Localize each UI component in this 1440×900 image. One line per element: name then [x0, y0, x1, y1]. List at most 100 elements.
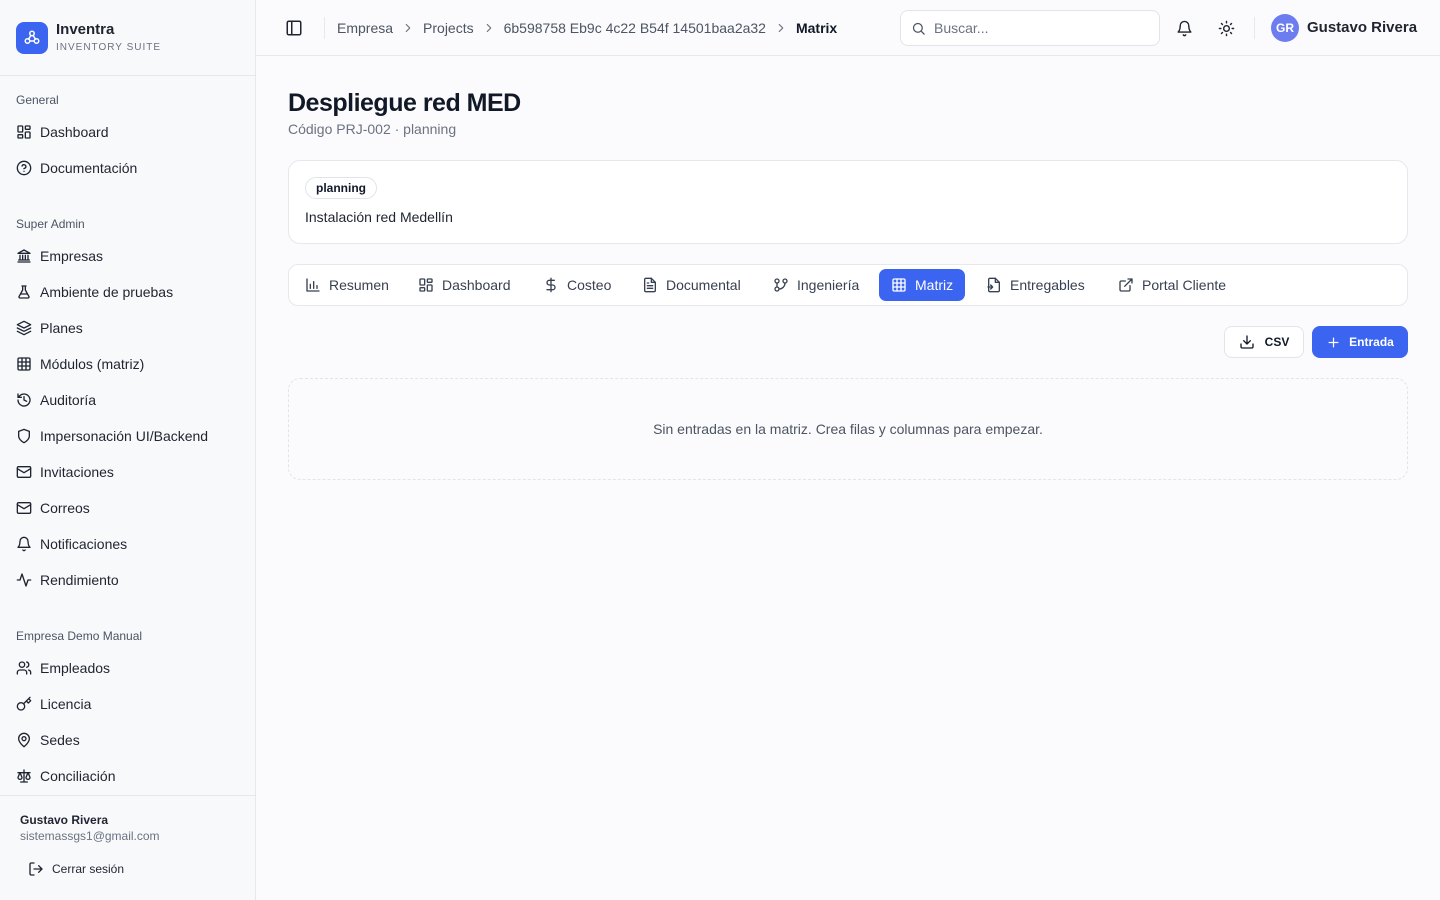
- tab-label: Portal Cliente: [1142, 277, 1227, 293]
- sidebar-item-documentacion[interactable]: Documentación: [8, 152, 248, 184]
- sidebar-item-label: Correos: [40, 500, 90, 516]
- sidebar-item-modulos-matriz[interactable]: Módulos (matriz): [8, 348, 248, 380]
- activity-icon: [16, 573, 32, 587]
- plus-icon: [1328, 337, 1339, 347]
- section-title-super-admin: Super Admin: [16, 217, 85, 231]
- notifications-button[interactable]: [1172, 16, 1196, 40]
- sidebar-item-rendimiento[interactable]: Rendimiento: [8, 564, 248, 596]
- sidebar-item-sedes[interactable]: Sedes: [8, 724, 248, 756]
- search-box[interactable]: [900, 10, 1160, 46]
- library-icon: [17, 249, 31, 263]
- network-icon[interactable]: [16, 22, 48, 54]
- sidebar-item-label: Rendimiento: [40, 572, 119, 588]
- map-pin-icon: [18, 732, 30, 748]
- git-branch-icon: [774, 278, 788, 292]
- chevron-right-icon: [486, 23, 491, 33]
- search-input[interactable]: [934, 20, 1144, 36]
- sidebar-item-label: Notificaciones: [40, 536, 128, 552]
- sidebar-item-conciliacion[interactable]: Conciliación: [8, 760, 248, 792]
- topbar: Empresa Projects 6b598758 Eb9c 4c22 B54f…: [256, 0, 1440, 56]
- panel-left-icon: [286, 20, 302, 36]
- divider: [324, 17, 325, 39]
- section-title-general: General: [16, 93, 59, 107]
- tab-dashboard[interactable]: Dashboard: [406, 269, 523, 301]
- theme-toggle-button[interactable]: [1214, 16, 1238, 40]
- sidebar-item-label: Planes: [40, 320, 83, 336]
- page-subtitle: Código PRJ-002 · planning: [288, 121, 457, 137]
- scale-icon: [17, 769, 31, 783]
- sidebar-user-email: sistemassgs1@gmail.com: [20, 829, 160, 843]
- chevron-right-icon: [405, 23, 411, 33]
- bar-chart-icon: [306, 278, 320, 292]
- external-link-icon: [1119, 278, 1133, 292]
- chevron-right-icon: [778, 23, 784, 33]
- sidebar-item-label: Auditoría: [40, 392, 97, 408]
- table-icon: [892, 278, 906, 292]
- help-circle-icon: [16, 160, 32, 176]
- sidebar-item-licencia[interactable]: Licencia: [8, 688, 248, 720]
- avatar[interactable]: GR: [1271, 14, 1299, 42]
- sidebar-item-planes[interactable]: Planes: [8, 312, 248, 344]
- dollar-icon: [546, 277, 556, 293]
- tab-label: Dashboard: [442, 277, 511, 293]
- sidebar: Inventra INVENTORY SUITE General Dashboa…: [0, 0, 256, 900]
- section-title-empresa-demo: Empresa Demo Manual: [16, 629, 143, 643]
- matrix-empty-state: Sin entradas en la matriz. Crea filas y …: [288, 378, 1408, 480]
- add-entry-label: Entrada: [1349, 335, 1394, 349]
- page-title: Despliegue red MED: [288, 89, 521, 117]
- sidebar-item-correos[interactable]: Correos: [8, 492, 248, 524]
- export-csv-label: CSV: [1264, 335, 1290, 349]
- key-icon: [16, 696, 32, 711]
- sidebar-item-label: Sedes: [40, 732, 80, 748]
- download-icon: [1239, 335, 1254, 349]
- breadcrumb-item-empresa[interactable]: Empresa: [337, 20, 393, 36]
- project-description: Instalación red Medellín: [305, 209, 453, 225]
- status-badge: planning: [305, 177, 377, 199]
- tab-matriz[interactable]: Matriz: [879, 269, 966, 301]
- add-entry-button[interactable]: Entrada: [1312, 326, 1408, 358]
- tab-label: Documental: [666, 277, 741, 293]
- sidebar-item-impersonacion[interactable]: Impersonación UI/Backend: [8, 420, 248, 452]
- flask-icon: [18, 285, 30, 299]
- sidebar-item-label: Invitaciones: [40, 464, 114, 480]
- sidebar-item-dashboard[interactable]: Dashboard: [8, 116, 248, 148]
- tab-resumen[interactable]: Resumen: [293, 269, 401, 301]
- breadcrumb-item-projects[interactable]: Projects: [423, 20, 474, 36]
- tab-documental[interactable]: Documental: [630, 269, 753, 301]
- sidebar-item-empleados[interactable]: Empleados: [8, 652, 248, 684]
- layers-icon: [16, 320, 32, 336]
- bell-icon: [17, 536, 31, 552]
- sidebar-toggle-button[interactable]: [282, 16, 306, 40]
- export-csv-button[interactable]: CSV: [1224, 326, 1304, 358]
- sidebar-item-label: Documentación: [40, 160, 138, 176]
- sidebar-item-label: Empresas: [40, 248, 104, 264]
- tab-label: Ingeniería: [797, 277, 860, 293]
- tab-portal-cliente[interactable]: Portal Cliente: [1106, 269, 1238, 301]
- history-icon: [17, 393, 31, 407]
- tab-costeo[interactable]: Costeo: [531, 269, 623, 301]
- sidebar-item-auditoria[interactable]: Auditoría: [8, 384, 248, 416]
- tab-entregables[interactable]: Entregables: [974, 269, 1097, 301]
- logout-button[interactable]: Cerrar sesión: [20, 856, 124, 882]
- sidebar-item-notificaciones[interactable]: Notificaciones: [8, 528, 248, 560]
- project-tabs: Resumen Dashboard Costeo Documental Inge…: [288, 264, 1408, 306]
- breadcrumb-item-project-id[interactable]: 6b598758 Eb9c 4c22 B54f 14501baa2a32: [504, 20, 766, 36]
- topbar-user-name[interactable]: Gustavo Rivera: [1307, 19, 1417, 36]
- sidebar-item-ambiente-pruebas[interactable]: Ambiente de pruebas: [8, 276, 248, 308]
- mail-icon: [16, 502, 32, 514]
- users-icon: [16, 661, 32, 675]
- sidebar-item-label: Empleados: [40, 660, 111, 676]
- tab-ingenieria[interactable]: Ingeniería: [761, 269, 871, 301]
- tab-label: Costeo: [567, 277, 612, 293]
- table-icon: [17, 357, 31, 371]
- sidebar-item-label: Conciliación: [40, 768, 116, 784]
- brand-name: Inventra: [56, 21, 115, 38]
- file-export-icon: [987, 277, 1000, 293]
- shield-icon: [18, 428, 30, 444]
- sidebar-item-empresas[interactable]: Empresas: [8, 240, 248, 272]
- sidebar-item-invitaciones[interactable]: Invitaciones: [8, 456, 248, 488]
- sidebar-item-label: Ambiente de pruebas: [40, 284, 174, 300]
- grid-icon: [17, 125, 31, 139]
- tab-label: Matriz: [915, 277, 954, 293]
- sidebar-item-label: Licencia: [40, 696, 92, 712]
